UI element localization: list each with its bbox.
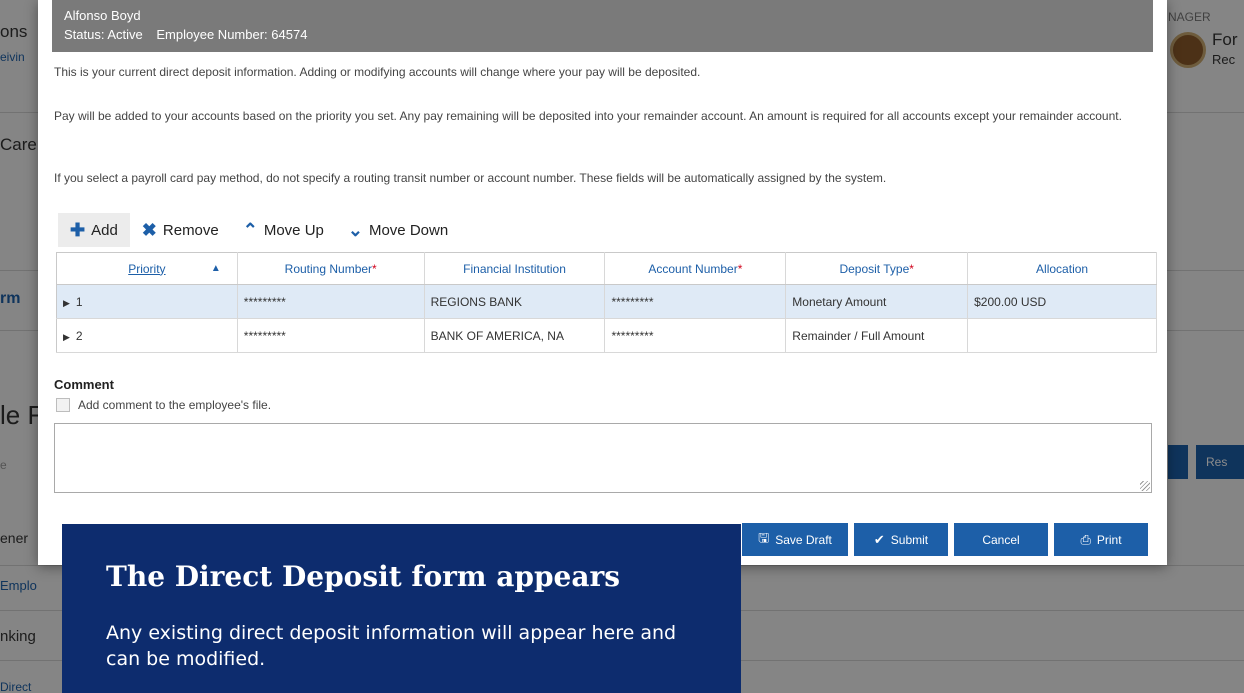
- info-text: Pay will be added to your accounts based…: [54, 109, 1122, 123]
- print-button[interactable]: ⎙ Print: [1054, 523, 1148, 556]
- cell-deposit-type: Monetary Amount: [785, 284, 969, 319]
- cell-institution: REGIONS BANK: [424, 284, 606, 319]
- resize-handle[interactable]: [1140, 481, 1150, 491]
- callout-title: The Direct Deposit form appears: [106, 560, 621, 593]
- chevron-up-icon: ⌃: [242, 220, 258, 240]
- cell-deposit-type: Remainder / Full Amount: [785, 318, 969, 353]
- cancel-label: Cancel: [982, 532, 1020, 547]
- column-header-label: Deposit Type: [839, 261, 910, 276]
- move-up-button[interactable]: ⌃ Move Up: [231, 213, 336, 247]
- required-marker: *: [737, 261, 743, 276]
- expand-row-icon[interactable]: ▶: [63, 332, 70, 342]
- column-header-priority[interactable]: Priority ▲: [56, 252, 238, 285]
- tutorial-callout: The Direct Deposit form appears Any exis…: [62, 524, 741, 693]
- cell-routing: *********: [237, 284, 425, 319]
- required-marker: *: [372, 261, 377, 276]
- employee-name: Alfonso Boyd: [64, 8, 141, 23]
- employee-status-line: Status: Active Employee Number: 64574: [64, 25, 1141, 44]
- chevron-down-icon: ⌄: [347, 220, 363, 240]
- add-label: Add: [91, 221, 118, 239]
- close-icon: ✖: [141, 220, 157, 240]
- cell-value: 1: [75, 294, 83, 309]
- column-header-deposit-type[interactable]: Deposit Type*: [785, 252, 969, 285]
- column-header-label: Financial Institution: [463, 261, 566, 276]
- accounts-table: Priority ▲ Routing Number* Financial Ins…: [56, 252, 1157, 353]
- submit-label: Submit: [890, 532, 929, 547]
- comment-checkbox-row: Add comment to the employee's file.: [56, 398, 271, 412]
- cell-institution: BANK OF AMERICA, NA: [424, 318, 606, 353]
- expand-row-icon[interactable]: ▶: [63, 298, 70, 308]
- callout-body: Any existing direct deposit information …: [106, 622, 677, 670]
- info-text: This is your current direct deposit info…: [54, 65, 701, 79]
- add-button[interactable]: ✚ Add: [58, 213, 130, 247]
- employee-number: Employee Number: 64574: [156, 27, 308, 42]
- column-header-account[interactable]: Account Number*: [604, 252, 787, 285]
- table-row[interactable]: ▶ 1 ********* REGIONS BANK ********* Mone…: [56, 284, 1157, 319]
- checkbox-label: Add comment to the employee's file.: [78, 398, 272, 412]
- add-comment-checkbox[interactable]: [56, 398, 70, 412]
- comment-label: Comment: [54, 377, 114, 392]
- column-header-routing[interactable]: Routing Number*: [237, 252, 425, 285]
- cell-value: 2: [75, 328, 83, 343]
- floppy-disk-icon: 🖫: [758, 529, 770, 545]
- move-down-label: Move Down: [368, 221, 449, 239]
- cell-routing: *********: [237, 318, 425, 353]
- print-label: Print: [1096, 532, 1122, 547]
- column-header-institution[interactable]: Financial Institution: [424, 252, 606, 285]
- table-header-row: Priority ▲ Routing Number* Financial Ins…: [56, 252, 1157, 285]
- cell-priority: ▶ 2: [56, 318, 238, 353]
- table-row[interactable]: ▶ 2 ********* BANK OF AMERICA, NA *******…: [56, 318, 1157, 353]
- remove-button[interactable]: ✖ Remove: [130, 213, 231, 247]
- cell-account: *********: [604, 318, 787, 353]
- save-draft-button[interactable]: 🖫 Save Draft: [742, 523, 848, 556]
- submit-button[interactable]: ✔ Submit: [854, 523, 948, 556]
- move-down-button[interactable]: ⌄ Move Down: [336, 213, 460, 247]
- column-header-label: Account Number: [648, 261, 738, 276]
- column-header-label: Allocation: [1036, 261, 1089, 276]
- employee-header: Alfonso Boyd Status: Active Employee Num…: [52, 0, 1153, 52]
- grid-toolbar: ✚ Add ✖ Remove ⌃ Move Up ⌄ Move Down: [58, 212, 460, 248]
- cell-priority: ▶ 1: [56, 284, 238, 319]
- save-draft-label: Save Draft: [775, 532, 832, 547]
- remove-label: Remove: [162, 221, 219, 239]
- sort-ascending-icon: ▲: [210, 263, 221, 274]
- printer-icon: ⎙: [1080, 531, 1091, 547]
- employee-status: Status: Active: [64, 27, 143, 42]
- column-header-label: Routing Number: [284, 261, 373, 276]
- direct-deposit-modal: Alfonso Boyd Status: Active Employee Num…: [38, 0, 1167, 565]
- info-text: If you select a payroll card pay method,…: [54, 171, 887, 185]
- cell-allocation: [967, 318, 1157, 353]
- action-bar: 🖫 Save Draft ✔ Submit Cancel ⎙ Print: [742, 523, 1148, 556]
- cell-allocation: $200.00 USD: [967, 284, 1157, 319]
- column-header-allocation[interactable]: Allocation: [967, 252, 1157, 285]
- column-header-label: Priority: [128, 261, 166, 276]
- required-marker: *: [909, 261, 914, 276]
- move-up-label: Move Up: [263, 221, 324, 239]
- cell-account: *********: [604, 284, 787, 319]
- checkmark-icon: ✔: [873, 531, 885, 547]
- cancel-button[interactable]: Cancel: [954, 523, 1048, 556]
- plus-icon: ✚: [70, 220, 86, 240]
- comment-textarea[interactable]: [54, 423, 1152, 493]
